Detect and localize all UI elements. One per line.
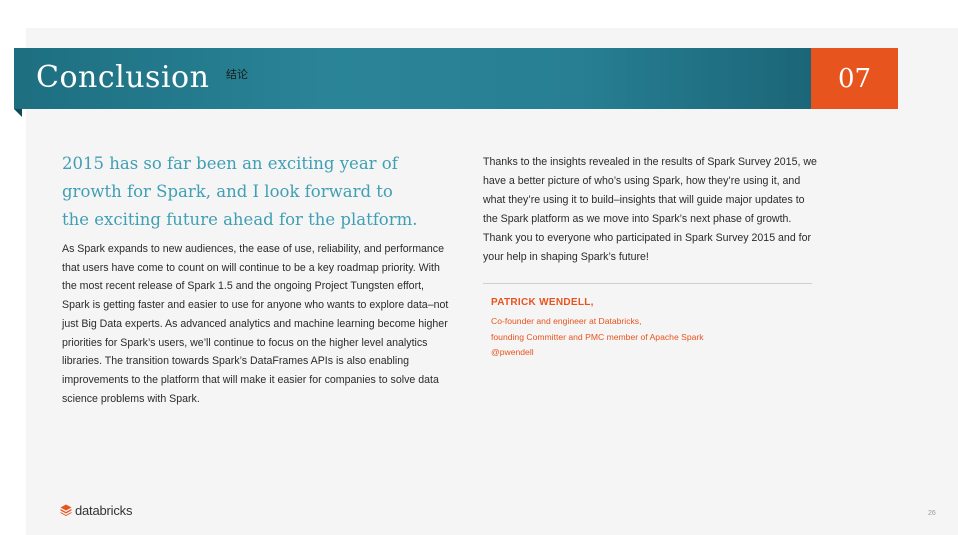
banner-fold <box>14 109 22 117</box>
author-role-2: founding Committer and PMC member of Apa… <box>491 331 704 342</box>
author-name: PATRICK WENDELL, <box>491 297 594 308</box>
body-paragraph-right: Thanks to the insights revealed in the r… <box>483 156 817 263</box>
databricks-logo-icon <box>60 504 72 516</box>
author-details: Co-founder and engineer at Databricks, f… <box>491 314 811 361</box>
title-annotation: 结论 <box>226 68 248 81</box>
author-role: Co-founder and engineer at Databricks, <box>491 316 642 326</box>
page-title: Conclusion <box>36 60 210 95</box>
page-number: 26 <box>928 510 936 517</box>
chapter-number: 07 <box>837 63 872 94</box>
body-paragraph-left: As Spark expands to new audiences, the e… <box>62 243 449 405</box>
divider <box>483 283 812 284</box>
author-handle: @pwendell <box>491 347 534 357</box>
databricks-logo: databricks <box>60 502 132 518</box>
logo-text: databricks <box>75 502 133 518</box>
lead-quote: 2015 has so far been an exciting year of… <box>62 154 418 229</box>
